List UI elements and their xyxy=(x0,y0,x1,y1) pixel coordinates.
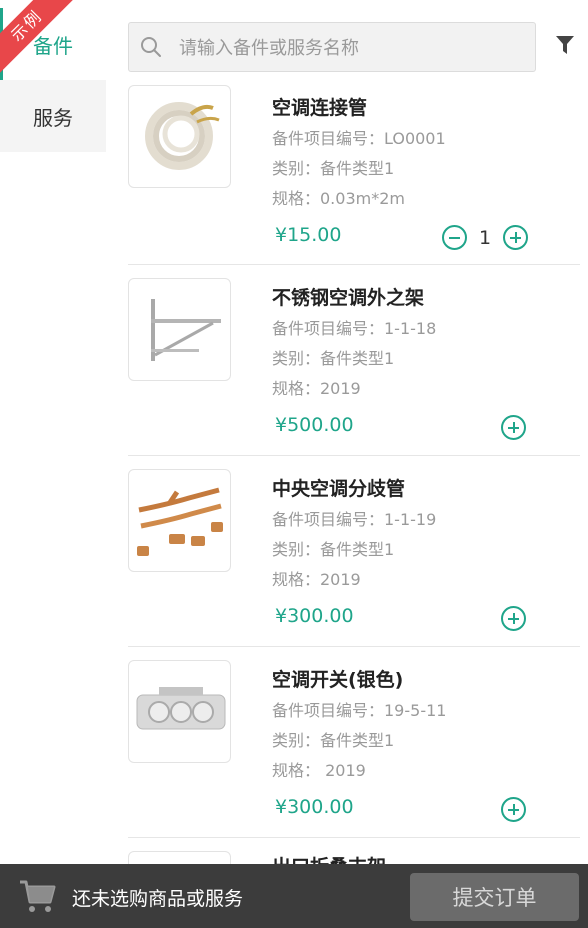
plus-icon[interactable] xyxy=(501,415,526,440)
category-sidebar: 备件 服务 xyxy=(0,0,106,864)
bottom-bar: 还未选购商品或服务 提交订单 xyxy=(0,864,588,928)
search-placeholder: 请输入备件或服务名称 xyxy=(179,38,359,59)
plus-icon[interactable] xyxy=(501,606,526,631)
product-spec: 规格： 2019 xyxy=(272,761,366,780)
product-category: 类别：备件类型1 xyxy=(272,349,395,368)
category-services[interactable]: 服务 xyxy=(0,80,106,152)
product-category: 类别：备件类型1 xyxy=(272,159,395,178)
list-item[interactable]: 空调连接管 备件项目编号：LO0001 类别：备件类型1 规格：0.03m*2m… xyxy=(128,85,580,265)
product-image-pipe xyxy=(128,85,231,188)
search-icon xyxy=(141,37,161,57)
list-item[interactable]: 中央空调分歧管 备件项目编号：1-1-19 类别：备件类型1 规格：2019 ¥… xyxy=(128,456,580,647)
product-list: 空调连接管 备件项目编号：LO0001 类别：备件类型1 规格：0.03m*2m… xyxy=(128,85,580,928)
plus-icon[interactable] xyxy=(501,797,526,822)
product-price: ¥500.00 xyxy=(275,414,354,436)
search-input[interactable]: 请输入备件或服务名称 xyxy=(128,22,536,72)
product-price: ¥15.00 xyxy=(275,224,342,246)
product-category: 类别：备件类型1 xyxy=(272,540,395,559)
product-spec: 规格：2019 xyxy=(272,379,361,398)
product-spec: 规格：0.03m*2m xyxy=(272,189,405,208)
product-price: ¥300.00 xyxy=(275,605,354,627)
filter-icon[interactable] xyxy=(555,34,575,56)
list-item[interactable]: 不锈钢空调外之架 备件项目编号：1-1-18 类别：备件类型1 规格：2019 … xyxy=(128,265,580,456)
submit-order-button[interactable]: 提交订单 xyxy=(410,873,579,921)
quantity-value: 1 xyxy=(478,226,492,249)
product-image-bracket xyxy=(128,278,231,381)
product-image-branch-pipe xyxy=(128,469,231,572)
product-spec: 规格：2019 xyxy=(272,570,361,589)
product-category: 类别：备件类型1 xyxy=(272,731,395,750)
product-code: 备件项目编号：LO0001 xyxy=(272,129,446,148)
cart-status: 还未选购商品或服务 xyxy=(72,888,244,910)
product-price: ¥300.00 xyxy=(275,796,354,818)
product-name: 空调连接管 xyxy=(272,97,368,119)
category-spare-parts[interactable]: 备件 xyxy=(0,8,106,80)
product-image-switch xyxy=(128,660,231,763)
product-name: 不锈钢空调外之架 xyxy=(272,287,425,309)
product-code: 备件项目编号：19-5-11 xyxy=(272,701,447,720)
product-code: 备件项目编号：1-1-18 xyxy=(272,319,437,338)
minus-icon[interactable] xyxy=(442,225,467,250)
quantity-stepper: 1 xyxy=(442,225,528,250)
product-name: 空调开关(银色) xyxy=(272,669,404,691)
list-item[interactable]: 空调开关(银色) 备件项目编号：19-5-11 类别：备件类型1 规格： 201… xyxy=(128,647,580,838)
plus-icon[interactable] xyxy=(503,225,528,250)
cart-icon[interactable] xyxy=(18,878,56,914)
product-name: 中央空调分歧管 xyxy=(272,478,406,500)
product-code: 备件项目编号：1-1-19 xyxy=(272,510,437,529)
